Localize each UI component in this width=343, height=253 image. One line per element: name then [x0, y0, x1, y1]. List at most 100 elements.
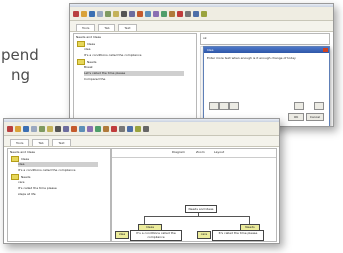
bold-icon[interactable]	[55, 125, 61, 132]
underline-format-button[interactable]	[229, 102, 239, 110]
zoom-header-label: Zoom	[196, 150, 205, 154]
tree-node-steps[interactable]: steps at life	[18, 192, 36, 197]
previous-button[interactable]	[294, 102, 304, 110]
idea-dialog: Idea Enter more text when enough is it e…	[203, 46, 330, 126]
connector	[249, 216, 250, 224]
layout-icon[interactable]	[185, 10, 191, 17]
color-icon[interactable]	[71, 125, 77, 132]
link-icon[interactable]	[87, 125, 93, 132]
chart-icon[interactable]	[177, 10, 183, 17]
tree-node-conditions[interactable]: It's a conditions called the compliance	[18, 168, 76, 173]
tree-node-conditions[interactable]: It's a conditions called the compliance	[84, 53, 142, 58]
tab-tools[interactable]: Tools	[76, 24, 96, 31]
zoom-icon[interactable]	[127, 125, 133, 132]
tree-node-label: It's a conditions called the compliance	[84, 53, 142, 57]
dialog-title: Idea	[204, 47, 329, 53]
diagram-leaf-idea[interactable]: idea	[115, 231, 129, 239]
tree-node-compared[interactable]: Compared the	[84, 77, 105, 82]
chart-icon[interactable]	[111, 125, 117, 132]
image-icon[interactable]	[161, 10, 167, 17]
tree-node-label: Let's called the time please	[84, 71, 126, 75]
diagram-leaf-time[interactable]: It's called the time please	[212, 230, 264, 241]
toolbar	[70, 7, 333, 21]
tab-text[interactable]: Text	[118, 24, 137, 31]
print-icon[interactable]	[143, 125, 149, 132]
save-icon[interactable]	[89, 10, 95, 17]
side-text-line-2: ng	[11, 66, 31, 84]
italic-icon[interactable]	[63, 125, 69, 132]
new-icon[interactable]	[7, 125, 13, 132]
link-icon[interactable]	[153, 10, 159, 17]
diagram-leaf-care[interactable]: care	[197, 231, 211, 239]
layout-header-label: Layout	[214, 150, 225, 154]
tab-tools[interactable]: Tools	[10, 139, 30, 146]
tree-heading: Needs and Ideas	[76, 35, 101, 39]
brush-icon[interactable]	[145, 10, 151, 17]
tree-node-label: Ideas	[87, 42, 96, 46]
tree-node-label: It's a conditions called the compliance	[18, 168, 76, 172]
zoom-icon[interactable]	[193, 10, 199, 17]
open-icon[interactable]	[15, 125, 21, 132]
help-icon[interactable]	[201, 10, 207, 17]
tree-heading: Needs and Ideas	[10, 150, 35, 154]
table-icon[interactable]	[169, 10, 175, 17]
ok-button[interactable]: OK	[288, 113, 304, 121]
tree-node-label: Needs	[87, 60, 97, 64]
diagram-header-label: Diagram	[172, 150, 185, 154]
paste-icon[interactable]	[113, 10, 119, 17]
tree-node-label: Compared the	[84, 77, 106, 81]
copy-icon[interactable]	[105, 10, 111, 17]
layout-icon[interactable]	[119, 125, 125, 132]
front-window: Tools Tab Text Needs and Ideas Ideas ide…	[3, 118, 280, 244]
bold-format-button[interactable]	[209, 102, 219, 110]
tree-node-label: steps at life	[18, 192, 36, 196]
tab-tab[interactable]: Tab	[32, 139, 50, 146]
cancel-button[interactable]: Cancel	[306, 113, 324, 121]
tree-node-label: It's called the time please	[18, 186, 57, 190]
table-icon[interactable]	[103, 125, 109, 132]
paste-icon[interactable]	[47, 125, 53, 132]
toolbar	[4, 122, 279, 136]
header-divider	[112, 157, 276, 158]
help-icon[interactable]	[135, 125, 141, 132]
color-icon[interactable]	[137, 10, 143, 17]
tab-strip: Tools Tab Text	[4, 136, 279, 147]
diagram-canvas[interactable]: Diagram Zoom Layout Needs and Ideas Idea…	[111, 148, 277, 242]
value-field[interactable]: ok	[200, 33, 330, 45]
outline-tree: Needs and Ideas Ideas idea It's a condit…	[73, 33, 197, 125]
tree-node-care[interactable]: care	[18, 180, 25, 185]
tree-node-label: idea	[18, 162, 25, 166]
copy-icon[interactable]	[39, 125, 45, 132]
side-text-line-1: pend	[1, 46, 39, 64]
tree-node-time[interactable]: Let's called the time please	[84, 71, 184, 76]
tree-node-break[interactable]: Break	[84, 65, 93, 70]
italic-format-button[interactable]	[219, 102, 229, 110]
tree-node-idea[interactable]: idea	[18, 162, 98, 167]
value-field-text: ok	[203, 36, 207, 40]
diagram-leaf-conditions[interactable]: It's a conditions called the compliance	[130, 230, 182, 241]
new-icon[interactable]	[73, 10, 79, 17]
connector	[144, 216, 249, 217]
brush-icon[interactable]	[79, 125, 85, 132]
tree-node-label: idea	[84, 47, 91, 51]
image-icon[interactable]	[95, 125, 101, 132]
tree-node-label: care	[18, 180, 25, 184]
next-button[interactable]	[314, 102, 324, 110]
italic-icon[interactable]	[129, 10, 135, 17]
back-window: Tools Tab Text Needs and Ideas Ideas ide…	[69, 3, 334, 127]
close-icon[interactable]	[323, 48, 328, 52]
tab-tab[interactable]: Tab	[98, 24, 116, 31]
connector	[144, 216, 145, 224]
outline-tree: Needs and Ideas Ideas idea It's a condit…	[7, 148, 111, 242]
tree-node-idea[interactable]: idea	[84, 47, 90, 52]
tab-strip: Tools Tab Text	[70, 21, 333, 32]
tab-text[interactable]: Text	[52, 139, 71, 146]
open-icon[interactable]	[81, 10, 87, 17]
cut-icon[interactable]	[31, 125, 37, 132]
dialog-text[interactable]: Enter more text when enough is it enough…	[207, 56, 307, 61]
cut-icon[interactable]	[97, 10, 103, 17]
diagram-root-node[interactable]: Needs and Ideas	[185, 205, 217, 213]
save-icon[interactable]	[23, 125, 29, 132]
tree-node-time[interactable]: It's called the time please	[18, 186, 57, 191]
bold-icon[interactable]	[121, 10, 127, 17]
